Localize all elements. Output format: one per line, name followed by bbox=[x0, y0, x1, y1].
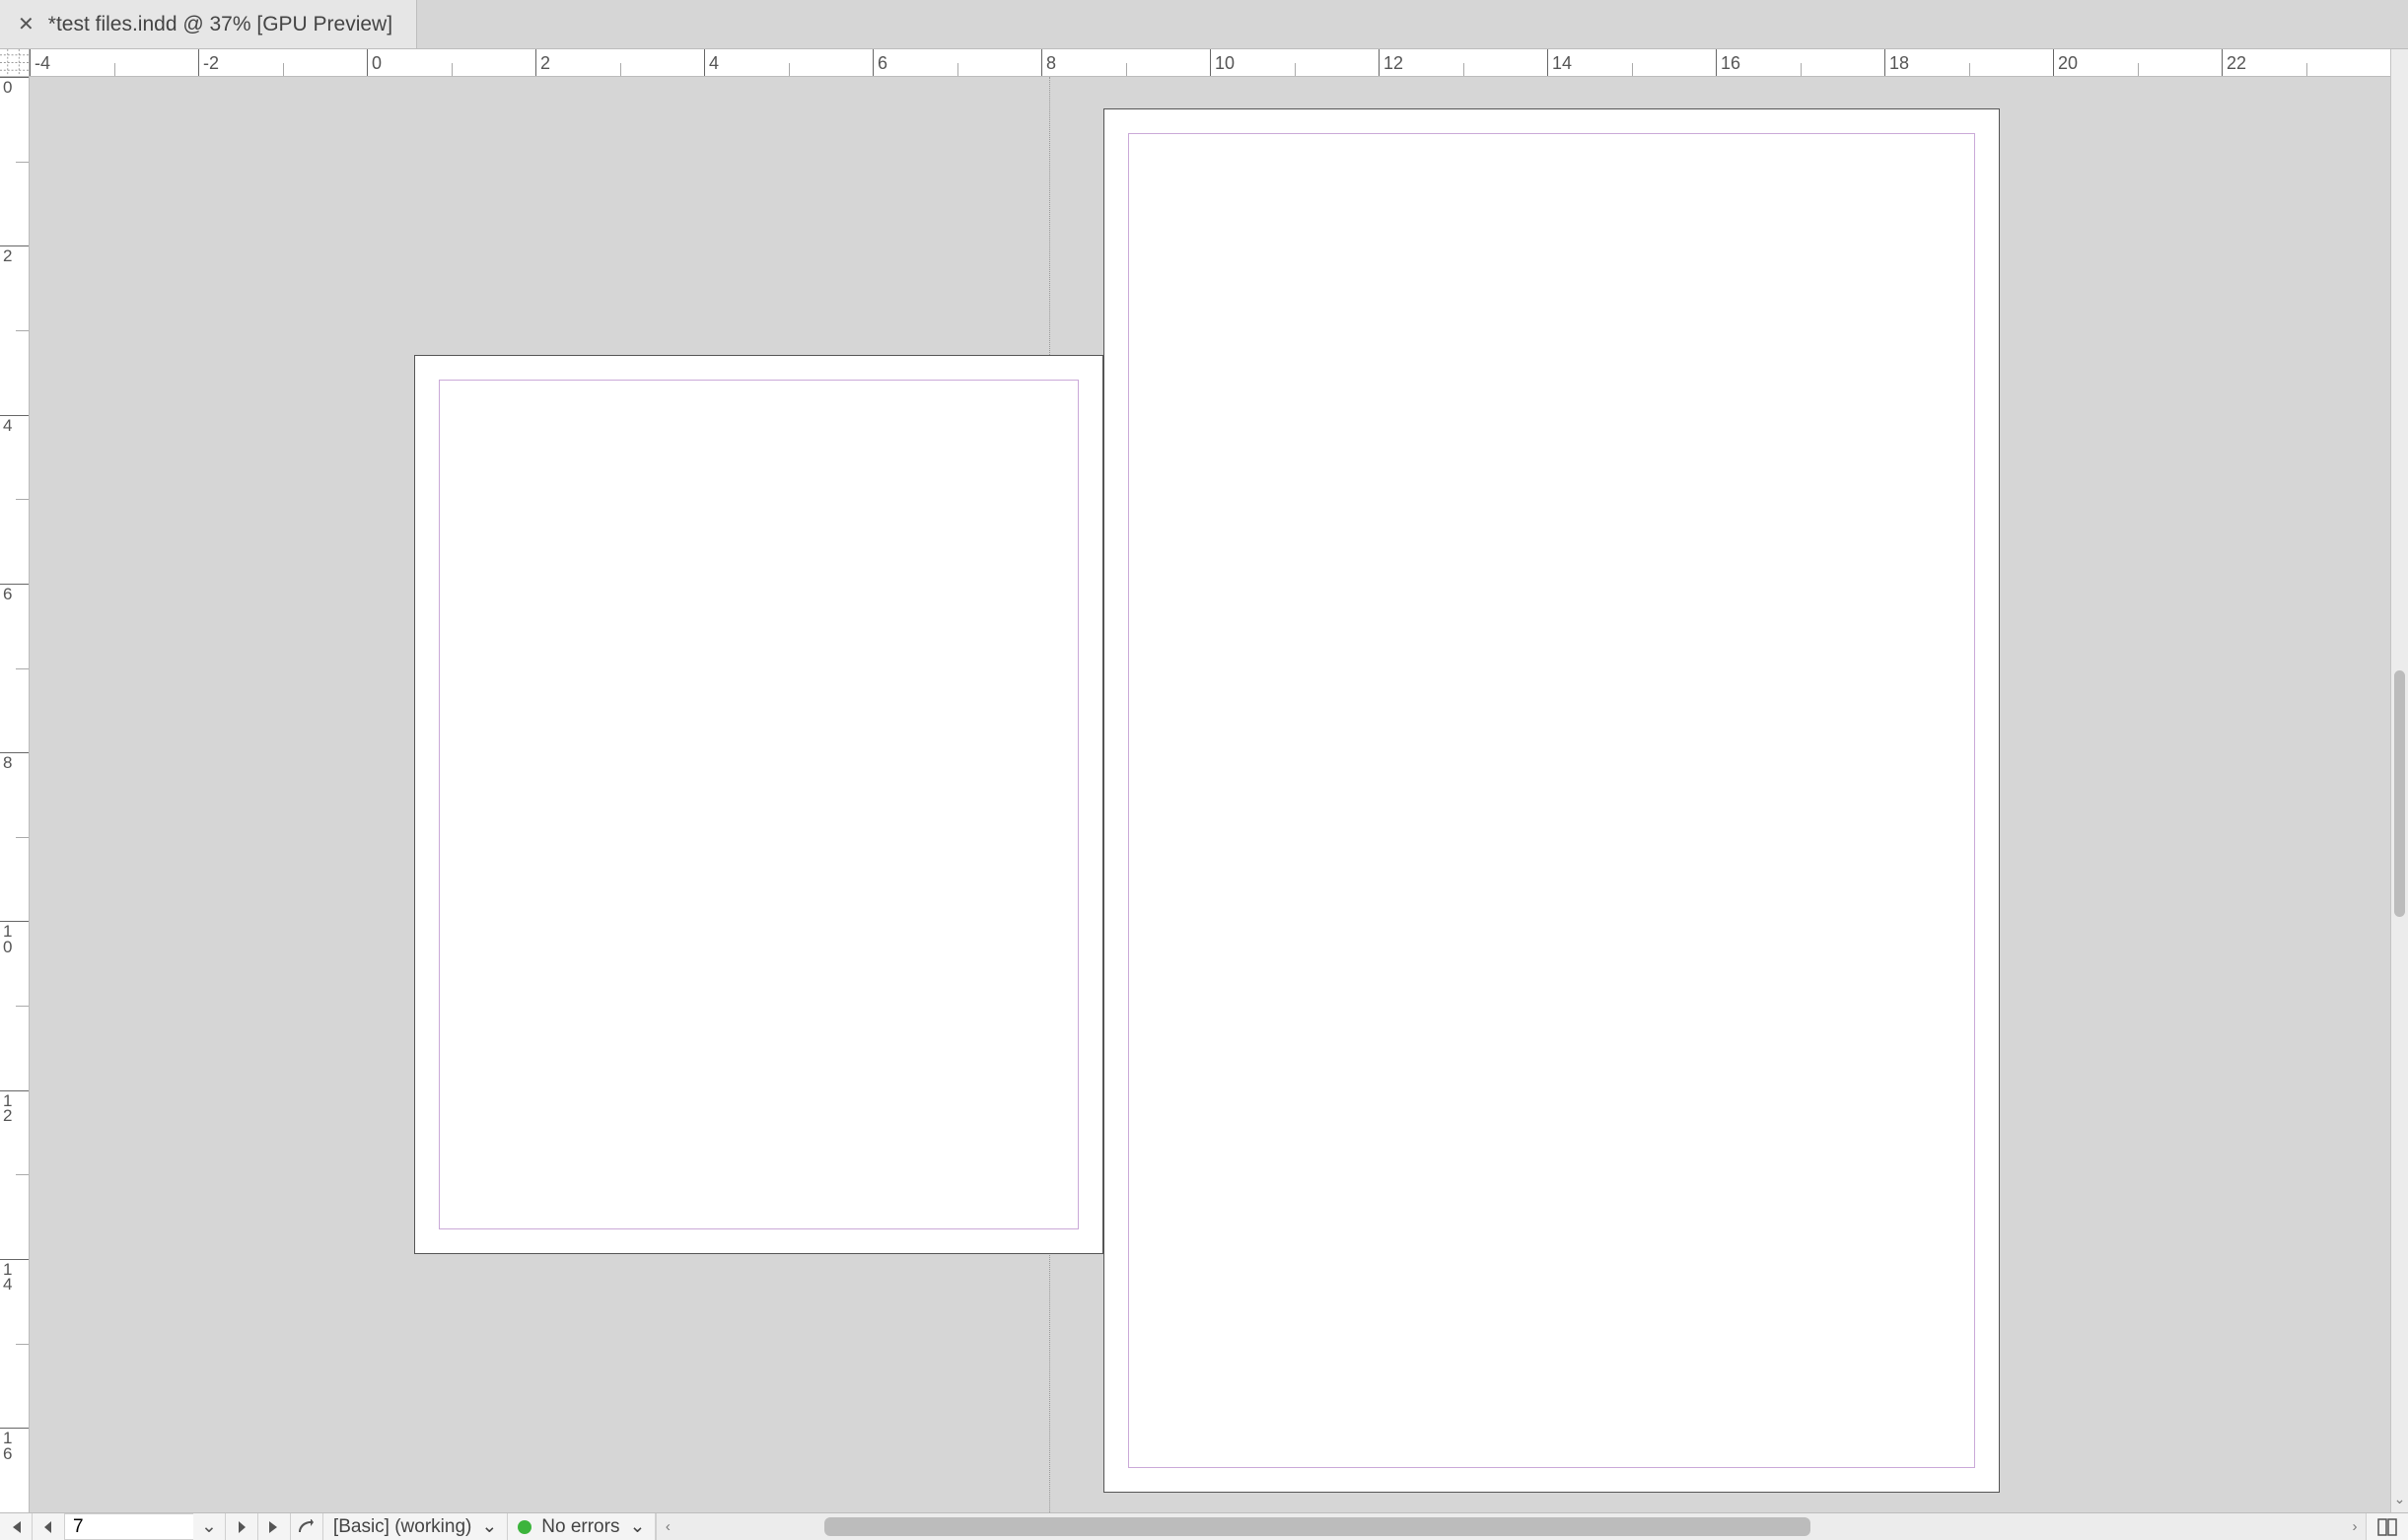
chevron-down-icon: ⌄ bbox=[201, 1515, 217, 1538]
status-dot-icon bbox=[518, 1520, 531, 1534]
last-page-button[interactable] bbox=[258, 1513, 291, 1540]
split-view-button[interactable] bbox=[2367, 1513, 2408, 1540]
close-icon[interactable]: ✕ bbox=[18, 12, 35, 36]
document-tab[interactable]: ✕ *test files.indd @ 37% [GPU Preview] bbox=[0, 0, 417, 48]
horizontal-scrollbar[interactable]: ‹ › bbox=[656, 1513, 2367, 1540]
open-dialog-button[interactable] bbox=[291, 1513, 323, 1540]
chevron-down-icon[interactable]: ⌄ bbox=[2391, 1491, 2408, 1510]
vertical-scroll-thumb[interactable] bbox=[2394, 670, 2405, 917]
page-right[interactable] bbox=[1103, 108, 2000, 1493]
ruler-origin[interactable] bbox=[0, 49, 30, 77]
paragraph-style-combo[interactable]: [Basic] (working) ⌄ bbox=[323, 1513, 508, 1540]
horizontal-ruler[interactable]: -4-2024681012141618202224 bbox=[30, 49, 2390, 77]
vertical-ruler[interactable]: 0246810121416 bbox=[0, 77, 30, 1512]
vertical-scrollbar[interactable]: ⌄ bbox=[2390, 49, 2408, 1512]
page-dropdown[interactable]: ⌄ bbox=[193, 1513, 226, 1540]
page-left[interactable] bbox=[414, 355, 1103, 1254]
document-tab-bar: ✕ *test files.indd @ 37% [GPU Preview] bbox=[0, 0, 2408, 49]
page-number-input[interactable] bbox=[65, 1513, 193, 1540]
chevron-down-icon: ⌄ bbox=[629, 1515, 645, 1538]
chevron-left-icon[interactable]: ‹ bbox=[657, 1513, 678, 1540]
status-bar: ⌄ [Basic] (working) ⌄ No errors ⌄ ‹ › bbox=[0, 1512, 2408, 1540]
preflight-label: No errors bbox=[541, 1516, 619, 1538]
document-tab-title: *test files.indd @ 37% [GPU Preview] bbox=[48, 13, 392, 36]
chevron-right-icon[interactable]: › bbox=[2344, 1513, 2366, 1540]
horizontal-scroll-thumb[interactable] bbox=[824, 1517, 1810, 1536]
margin-guide-right bbox=[1128, 133, 1975, 1468]
first-page-button[interactable] bbox=[0, 1513, 33, 1540]
preflight-status[interactable]: No errors ⌄ bbox=[508, 1513, 656, 1540]
previous-page-button[interactable] bbox=[33, 1513, 65, 1540]
document-canvas[interactable] bbox=[30, 77, 2390, 1512]
chevron-down-icon: ⌄ bbox=[481, 1515, 497, 1538]
next-page-button[interactable] bbox=[226, 1513, 258, 1540]
paragraph-style-label: [Basic] (working) bbox=[333, 1516, 471, 1538]
margin-guide-left bbox=[439, 380, 1079, 1229]
